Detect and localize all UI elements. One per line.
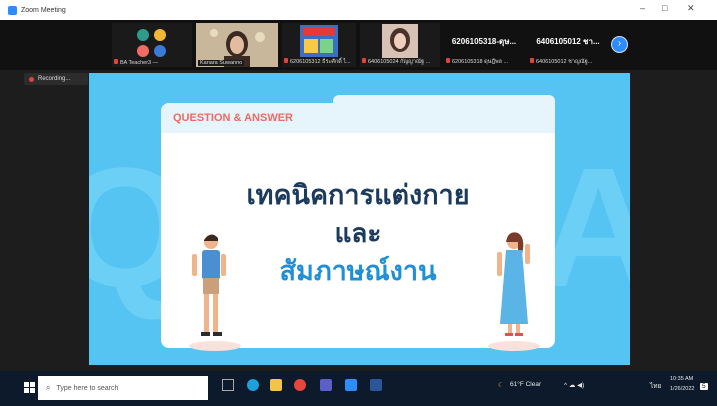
participant-display-name: 6206105318-ดุษ... xyxy=(451,37,517,46)
slide-card-header: QUESTION & ANSWER xyxy=(161,95,555,133)
weather-text[interactable]: 61°F Clear xyxy=(510,381,541,388)
chevron-right-icon: › xyxy=(617,38,622,49)
participant-name: BA Teacher3 — xyxy=(120,60,159,66)
file-explorer-icon[interactable] xyxy=(270,379,282,391)
woman-illustration xyxy=(488,232,540,351)
window-title: Zoom Meeting xyxy=(21,6,66,14)
recording-label: Recording... xyxy=(38,76,71,82)
mic-muted-icon xyxy=(284,58,288,63)
participant-tile[interactable]: Kanara Suwanno xyxy=(196,23,278,67)
recording-indicator[interactable]: Recording... xyxy=(24,73,88,85)
clock-time[interactable]: 10:35 AM xyxy=(670,376,693,382)
zoom-window: Zoom Meeting – □ ✕ BA Teacher3 — Kanara … xyxy=(0,0,717,406)
system-tray-icons[interactable]: ^ ☁ ◀) xyxy=(564,381,584,389)
participant-name: 6406105012 ชาญณัฐ... xyxy=(536,59,593,65)
participant-strip xyxy=(0,20,717,70)
edge-icon[interactable] xyxy=(247,379,259,391)
zoom-icon[interactable] xyxy=(345,379,357,391)
participant-name: Kanara Suwanno xyxy=(200,60,243,66)
title-bar: Zoom Meeting – □ ✕ xyxy=(0,0,717,20)
windows-start-icon[interactable] xyxy=(24,382,36,394)
close-button[interactable]: ✕ xyxy=(687,3,695,14)
slide-header-label: QUESTION & ANSWER xyxy=(173,112,293,124)
task-view-icon[interactable] xyxy=(222,379,234,391)
search-placeholder: Type here to search xyxy=(56,384,119,392)
taskbar-search-box[interactable]: ⌕ Type here to search xyxy=(38,376,208,400)
mic-muted-icon xyxy=(114,59,118,64)
maximize-button[interactable]: □ xyxy=(662,3,667,13)
shared-screen-slide: Q A QUESTION & ANSWER เทคนิคการแต่งกาย แ… xyxy=(89,73,630,365)
participant-name: 6406105024 กัญญาณัฐ ... xyxy=(368,59,431,65)
chrome-icon[interactable] xyxy=(294,379,306,391)
teams-icon[interactable] xyxy=(320,379,332,391)
notification-count[interactable]: 5 xyxy=(700,383,708,390)
recording-dot-icon xyxy=(29,76,34,82)
language-indicator[interactable]: ไทย xyxy=(650,381,661,391)
participant-tile[interactable]: 6206105318-ดุษ... 6206105318 ดุษฎีพล ... xyxy=(444,23,524,67)
participant-tile[interactable]: 6406105024 กัญญาณัฐ ... xyxy=(360,23,440,67)
minimize-button[interactable]: – xyxy=(640,3,645,13)
weather-icon: ☾ xyxy=(498,382,504,389)
mic-muted-icon xyxy=(446,58,450,63)
mic-muted-icon xyxy=(362,58,366,63)
man-illustration xyxy=(189,234,241,351)
participant-tile[interactable]: BA Teacher3 — xyxy=(112,23,192,67)
participant-tile[interactable]: 6206105312 ธีระศักดิ์ ไ... xyxy=(282,23,356,67)
mic-muted-icon xyxy=(530,58,534,63)
participant-display-name: 6406105012 ชา... xyxy=(536,37,600,46)
participant-name: 6206105318 ดุษฎีพล ... xyxy=(452,59,509,65)
slide-title-line1: เทคนิคการแต่งกาย xyxy=(246,180,470,210)
word-icon[interactable] xyxy=(370,379,382,391)
zoom-logo-icon xyxy=(8,5,17,15)
search-icon: ⌕ xyxy=(46,383,51,392)
participant-name: 6206105312 ธีระศักดิ์ ไ... xyxy=(290,59,351,65)
clock-date[interactable]: 1/26/2022 xyxy=(670,386,694,392)
participant-tile[interactable]: 6406105012 ชา... 6406105012 ชาญณัฐ... xyxy=(528,23,608,67)
next-participants-button[interactable]: › xyxy=(611,36,628,53)
